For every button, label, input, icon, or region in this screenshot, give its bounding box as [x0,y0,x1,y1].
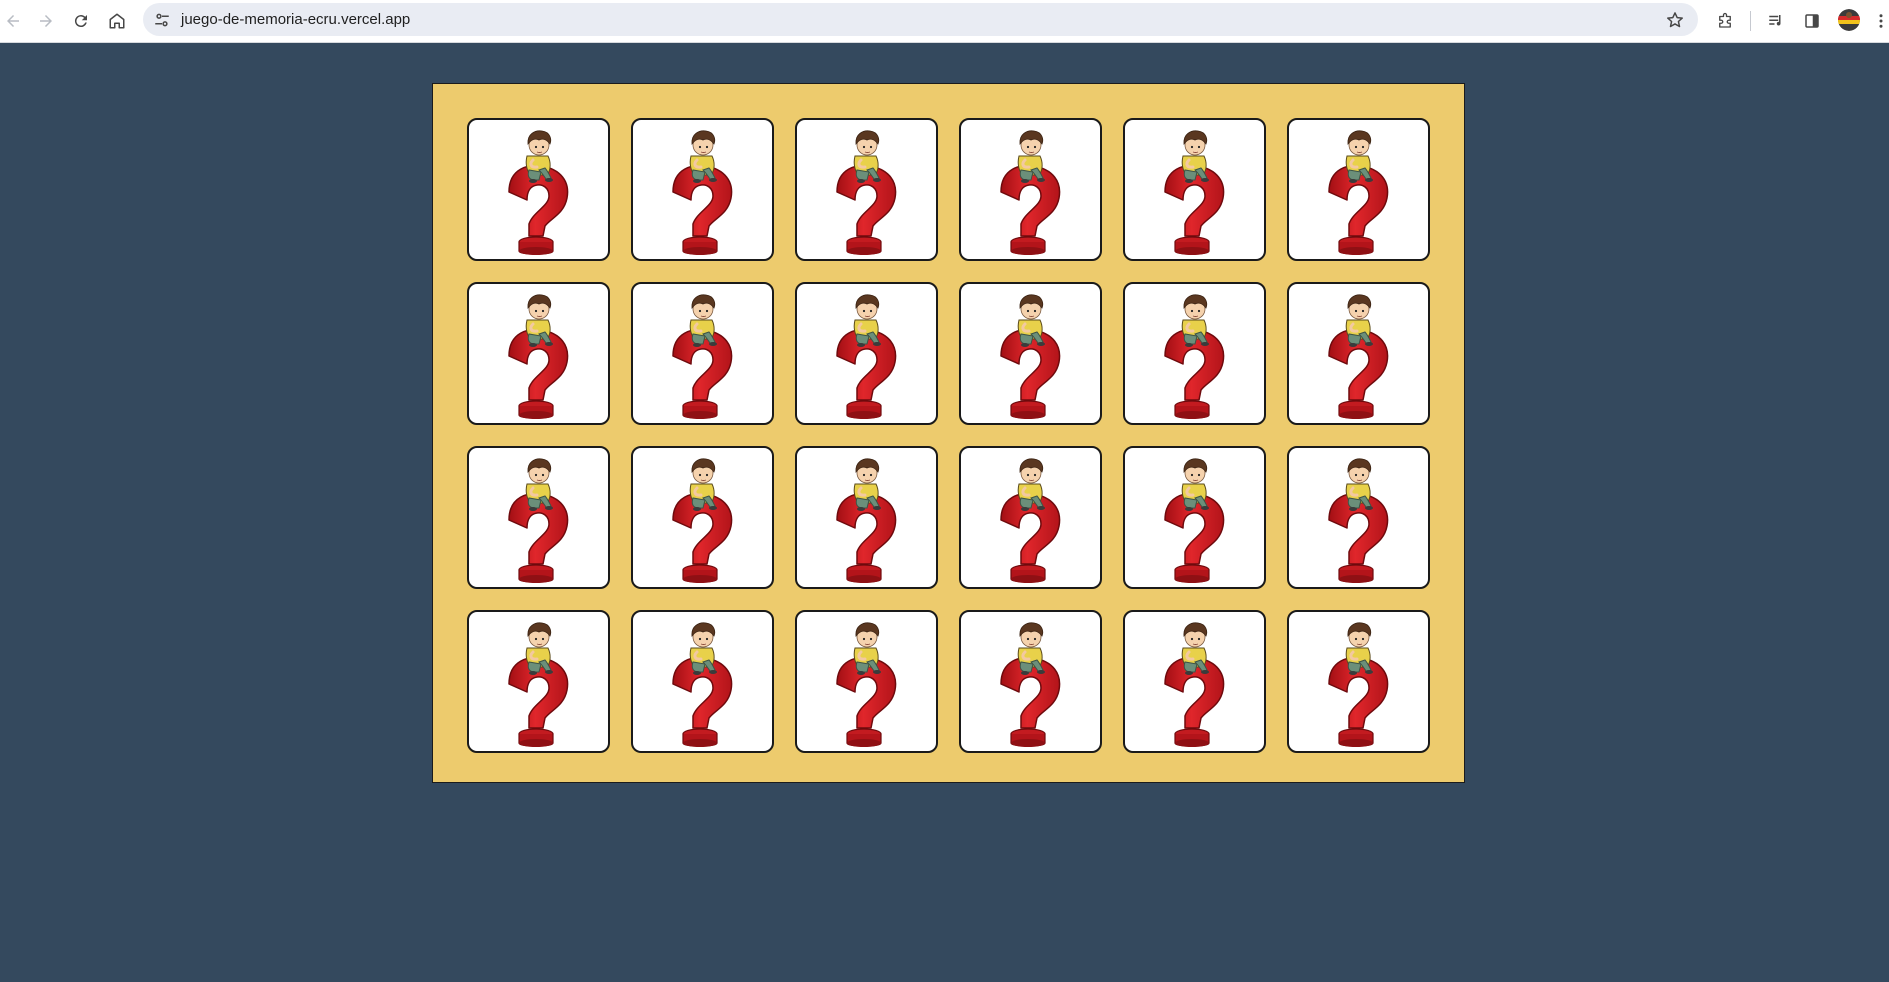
memory-card[interactable] [1123,118,1266,261]
reload-button[interactable] [68,8,94,34]
memory-card[interactable] [467,282,610,425]
media-controls-button[interactable] [1763,8,1789,34]
question-mark-boy-icon [1289,612,1428,751]
memory-card[interactable] [959,610,1102,753]
memory-card[interactable] [1287,446,1430,589]
memory-card[interactable] [631,446,774,589]
arrow-right-icon [40,15,52,27]
home-button[interactable] [104,8,130,34]
memory-card[interactable] [795,446,938,589]
question-mark-boy-icon [469,448,608,587]
question-mark-boy-icon [1125,612,1264,751]
question-mark-boy-icon [797,448,936,587]
side-panel-button[interactable] [1799,8,1825,34]
bookmark-button[interactable] [1664,9,1686,31]
question-mark-boy-icon [469,284,608,423]
memory-card[interactable] [959,282,1102,425]
memory-card[interactable] [1123,282,1266,425]
question-mark-boy-icon [1289,284,1428,423]
question-mark-boy-icon [469,612,608,751]
arrow-left-icon [7,15,19,27]
star-icon [1667,12,1683,28]
question-mark-boy-icon [469,120,608,259]
forward-button[interactable] [33,8,59,34]
question-mark-boy-icon [1125,448,1264,587]
address-bar[interactable]: juego-de-memoria-ecru.vercel.app [143,3,1698,36]
home-icon [109,13,125,29]
playlist-icon [1769,15,1781,26]
question-mark-boy-icon [1125,284,1264,423]
browser-menu-button[interactable] [1872,8,1889,34]
browser-toolbar: juego-de-memoria-ecru.vercel.app [0,0,1889,43]
kebab-menu-icon [1879,14,1882,28]
memory-card[interactable] [467,118,610,261]
puzzle-icon [1719,12,1731,28]
question-mark-boy-icon [961,120,1100,259]
question-mark-boy-icon [1289,448,1428,587]
question-mark-boy-icon [633,284,772,423]
memory-card[interactable] [1287,610,1430,753]
memory-card[interactable] [795,610,938,753]
question-mark-boy-icon [961,284,1100,423]
question-mark-boy-icon [1125,120,1264,259]
memory-card[interactable] [467,610,610,753]
memory-card[interactable] [1123,610,1266,753]
back-button[interactable] [0,8,26,34]
toolbar-divider [1750,11,1751,31]
tune-icon [155,13,169,27]
memory-card[interactable] [795,118,938,261]
question-mark-boy-icon [1289,120,1428,259]
side-panel-icon [1805,14,1819,28]
question-mark-boy-icon [961,448,1100,587]
memory-card[interactable] [1123,446,1266,589]
memory-card[interactable] [631,282,774,425]
extensions-button[interactable] [1712,8,1738,34]
memory-card[interactable] [467,446,610,589]
memory-card[interactable] [1287,282,1430,425]
site-info-button[interactable] [151,9,173,31]
question-mark-boy-icon [633,612,772,751]
question-mark-boy-icon [797,120,936,259]
memory-game-board [432,83,1465,783]
memory-card[interactable] [631,118,774,261]
question-mark-boy-icon [797,284,936,423]
question-mark-boy-icon [633,448,772,587]
avatar[interactable] [1838,9,1860,31]
memory-card[interactable] [631,610,774,753]
question-mark-boy-icon [633,120,772,259]
question-mark-boy-icon [961,612,1100,751]
memory-card[interactable] [959,118,1102,261]
memory-card[interactable] [1287,118,1430,261]
url-text[interactable]: juego-de-memoria-ecru.vercel.app [181,11,410,28]
memory-card[interactable] [959,446,1102,589]
reload-icon [74,15,87,28]
question-mark-boy-icon [797,612,936,751]
memory-card[interactable] [795,282,938,425]
